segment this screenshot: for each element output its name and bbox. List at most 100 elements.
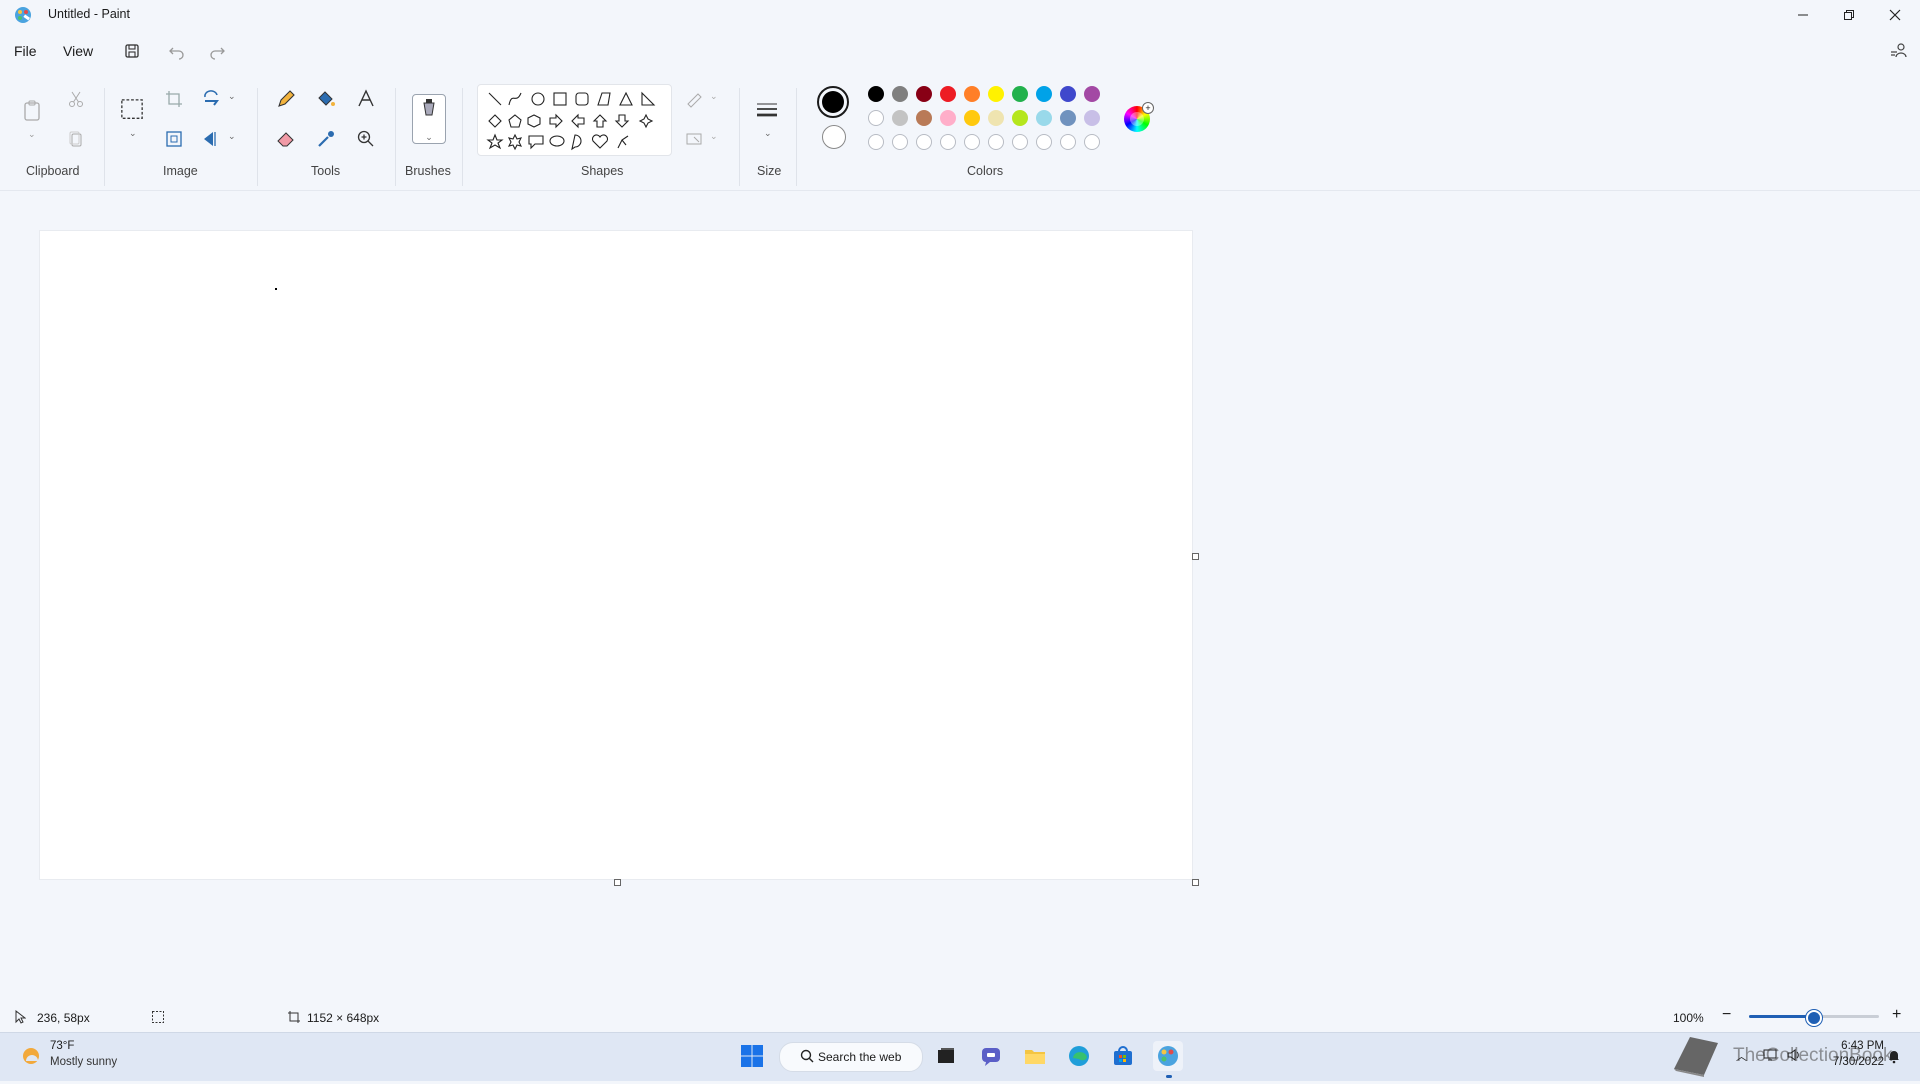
flip-dropdown-icon[interactable]: ⌄ [228,131,236,142]
pencil-button[interactable] [274,87,298,111]
clock-date[interactable]: 7/30/2022 [1820,1056,1884,1068]
show-hidden-icons-button[interactable]: ︿ [1736,1048,1747,1064]
save-button[interactable] [121,40,143,62]
resize-handle-corner[interactable] [1192,879,1199,886]
size-button[interactable] [755,99,779,123]
network-icon[interactable] [1762,1048,1778,1067]
color-swatch-rose[interactable] [940,110,956,126]
color-swatch-lavender[interactable] [1084,110,1100,126]
redo-button[interactable] [206,40,228,62]
color-swatch-lime[interactable] [1012,110,1028,126]
magnifier-button[interactable] [354,127,378,151]
brushes-button[interactable]: ⌄ [412,94,446,144]
rotate-dropdown-icon[interactable]: ⌄ [228,91,236,102]
brushes-dropdown-icon[interactable]: ⌄ [413,132,445,143]
copy-button[interactable] [64,127,88,151]
custom-color-slot[interactable] [1060,134,1076,150]
rotate-button[interactable] [200,87,224,111]
clock-time[interactable]: 6:43 PM [1834,1040,1884,1052]
hexagon-shape-icon [527,114,541,128]
custom-color-slot[interactable] [964,134,980,150]
account-button[interactable] [1888,40,1910,62]
size-dropdown-icon[interactable]: ⌄ [764,128,772,139]
chat-button[interactable] [976,1041,1006,1071]
color-swatch-orange[interactable] [964,86,980,102]
secondary-color-button[interactable] [822,125,846,149]
eraser-button[interactable] [274,127,298,151]
color-swatch-dark-red[interactable] [916,86,932,102]
resize-handle-right[interactable] [1192,553,1199,560]
close-button[interactable] [1872,0,1918,30]
undo-button[interactable] [166,40,188,62]
color-swatch-red[interactable] [940,86,956,102]
store-button[interactable] [1108,1041,1138,1071]
book-logo-icon [1668,1031,1724,1084]
flip-button[interactable] [200,127,224,151]
color-swatch-gray[interactable] [892,86,908,102]
color-swatch-white[interactable] [868,110,884,126]
select-dropdown-icon[interactable]: ⌄ [129,128,137,139]
color-swatch-indigo[interactable] [1060,86,1076,102]
resize-handle-bottom[interactable] [614,879,621,886]
custom-color-slot[interactable] [1084,134,1100,150]
custom-color-slot[interactable] [1036,134,1052,150]
edge-button[interactable] [1064,1041,1094,1071]
paint-taskbar-button[interactable] [1153,1041,1183,1071]
edit-colors-button[interactable]: + [1124,102,1154,132]
crop-button[interactable] [162,87,186,111]
color-swatch-brown[interactable] [916,110,932,126]
color-picker-button[interactable] [314,127,338,151]
custom-color-slot[interactable] [892,134,908,150]
resize-button[interactable] [162,127,186,151]
custom-color-slot[interactable] [916,134,932,150]
canvas-size: 1152 × 648px [307,1011,380,1025]
volume-icon[interactable] [1786,1048,1802,1067]
notifications-icon[interactable] [1886,1048,1902,1069]
taskbar-search[interactable]: Search the web [779,1042,923,1072]
zoom-slider-thumb[interactable] [1806,1010,1822,1026]
outline-button[interactable] [683,87,707,111]
color-swatch-light-yellow[interactable] [988,110,1004,126]
shape-fill-dropdown-icon[interactable]: ⌄ [710,131,718,142]
color-swatch-black[interactable] [868,86,884,102]
lightning-shape-icon [617,135,629,149]
drawing-canvas[interactable] [40,231,1192,879]
paste-button[interactable] [20,98,44,122]
menu-view[interactable]: View [57,40,99,62]
text-button[interactable] [354,87,378,111]
maximize-button[interactable] [1826,0,1872,30]
minimize-button[interactable] [1780,0,1826,30]
color-swatch-green[interactable] [1012,86,1028,102]
start-button[interactable] [737,1041,767,1071]
outline-dropdown-icon[interactable]: ⌄ [710,91,718,102]
color-swatch-purple[interactable] [1084,86,1100,102]
primary-color-button[interactable] [817,86,849,118]
custom-color-slot[interactable] [940,134,956,150]
shape-fill-button[interactable] [683,127,707,151]
paste-dropdown-icon[interactable]: ⌄ [28,129,36,140]
weather-temperature[interactable]: 73°F [50,1040,74,1052]
custom-color-slot[interactable] [868,134,884,150]
color-swatch-turquoise[interactable] [1036,86,1052,102]
file-explorer-button[interactable] [1020,1041,1050,1071]
zoom-in-button[interactable]: + [1892,1006,1901,1024]
custom-color-slot[interactable] [1012,134,1028,150]
select-button[interactable] [120,98,144,122]
weather-description[interactable]: Mostly sunny [50,1056,117,1068]
weather-icon[interactable] [18,1043,44,1074]
cut-button[interactable] [64,87,88,111]
fill-button[interactable] [314,87,338,111]
rounded-rectangle-shape-icon [575,92,589,106]
menu-file[interactable]: File [8,40,43,62]
six-point-star-shape-icon [507,133,523,151]
custom-color-slot[interactable] [988,134,1004,150]
task-view-button[interactable] [931,1041,961,1071]
color-swatch-blue-gray[interactable] [1060,110,1076,126]
zoom-out-button[interactable]: − [1722,1006,1731,1024]
color-swatch-light-turquoise[interactable] [1036,110,1052,126]
zoom-slider[interactable] [1749,1010,1879,1026]
select-rectangle-icon [121,99,143,119]
color-swatch-light-gray[interactable] [892,110,908,126]
color-swatch-gold[interactable] [964,110,980,126]
color-swatch-yellow[interactable] [988,86,1004,102]
